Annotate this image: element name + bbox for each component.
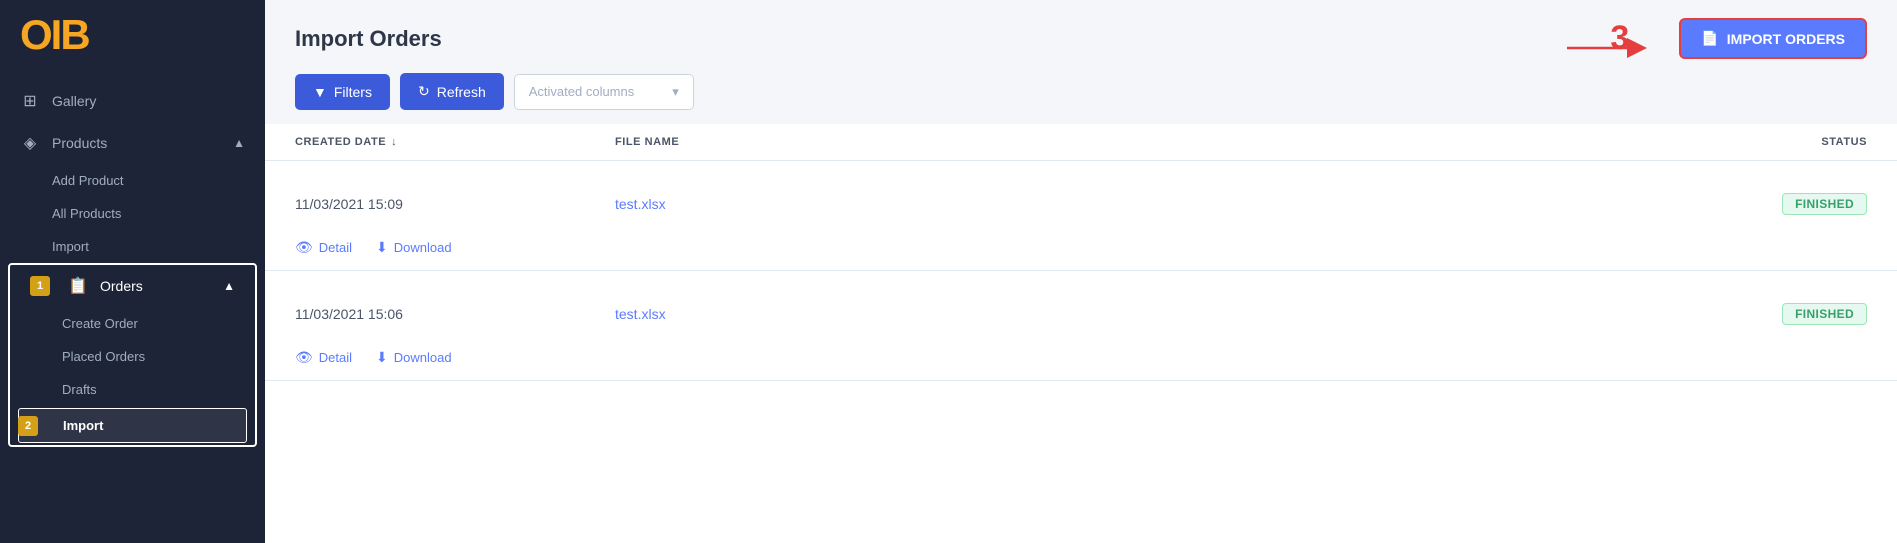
- sort-icon[interactable]: ↓: [391, 136, 397, 148]
- sub-item-label: Drafts: [62, 382, 97, 397]
- filters-label: Filters: [334, 84, 372, 100]
- sidebar-item-add-product[interactable]: Add Product: [0, 164, 265, 197]
- sub-item-label: Add Product: [52, 173, 124, 188]
- status-badge: FINISHED: [1782, 193, 1867, 215]
- annotation-marker-1: 1: [30, 276, 50, 296]
- col-status: STATUS: [1667, 136, 1867, 148]
- sub-item-label: Placed Orders: [62, 349, 145, 364]
- import-orders-button[interactable]: 📄 IMPORT ORDERS: [1679, 18, 1867, 59]
- table-header-row: CREATED DATE ↓ FILE NAME STATUS: [265, 124, 1897, 161]
- page-header: Import Orders 3 📄 IMPORT ORDERS: [265, 0, 1897, 73]
- col-status-label: STATUS: [1821, 136, 1867, 148]
- col-created-date: CREATED DATE ↓: [295, 136, 615, 148]
- import-orders-label: IMPORT ORDERS: [1727, 31, 1845, 47]
- eye-icon: 👁: [295, 239, 313, 256]
- sidebar-item-all-products[interactable]: All Products: [0, 197, 265, 230]
- row-2-detail-link[interactable]: 👁 Detail: [295, 349, 352, 366]
- filters-button[interactable]: ▼ Filters: [295, 74, 390, 110]
- detail-label: Detail: [319, 350, 352, 365]
- logo: OIB: [0, 0, 265, 70]
- detail-label: Detail: [319, 240, 352, 255]
- row-1-file-name[interactable]: test.xlsx: [615, 175, 1667, 233]
- sidebar-orders-section: 1 📋 Orders ▲ Create Order Placed Orders …: [8, 263, 257, 447]
- row-1-download-link[interactable]: ⬇ Download: [376, 239, 452, 256]
- main-content: Import Orders 3 📄 IMPORT ORDERS ▼ Fi: [265, 0, 1897, 543]
- sidebar-item-import-products[interactable]: Import: [0, 230, 265, 263]
- activated-columns-dropdown[interactable]: Activated columns ▾: [514, 74, 694, 110]
- sidebar-item-placed-orders[interactable]: Placed Orders: [10, 340, 255, 373]
- row-2-file-name[interactable]: test.xlsx: [615, 285, 1667, 343]
- sub-item-label: Create Order: [62, 316, 138, 331]
- row-2-actions: 👁 Detail ⬇ Download: [295, 343, 1867, 380]
- annotation-arrow-3: [1567, 28, 1657, 68]
- sidebar-item-label: Gallery: [52, 93, 245, 109]
- logo-text: OIB: [20, 11, 89, 59]
- download-icon: ⬇: [376, 239, 388, 256]
- sub-item-label: All Products: [52, 206, 121, 221]
- table-row: 11/03/2021 15:06 test.xlsx FINISHED 👁 De…: [265, 271, 1897, 381]
- row-2-status: FINISHED: [1667, 285, 1867, 343]
- gallery-icon: ⊞: [20, 91, 40, 111]
- refresh-button[interactable]: ↻ Refresh: [400, 73, 504, 110]
- page-title: Import Orders: [295, 26, 442, 52]
- chevron-up-icon: ▲: [233, 136, 245, 150]
- row-1-top: 11/03/2021 15:09 test.xlsx FINISHED: [295, 161, 1867, 233]
- sidebar-item-orders[interactable]: 1 📋 Orders ▲: [10, 265, 255, 307]
- refresh-label: Refresh: [437, 84, 486, 100]
- sub-item-label: Import: [52, 239, 89, 254]
- row-1-created-date: 11/03/2021 15:09: [295, 175, 615, 233]
- sidebar-item-drafts[interactable]: Drafts: [10, 373, 255, 406]
- table-row: 11/03/2021 15:09 test.xlsx FINISHED 👁 De…: [265, 161, 1897, 271]
- col-file-name-label: FILE NAME: [615, 136, 679, 148]
- download-icon: ⬇: [376, 349, 388, 366]
- row-2-download-link[interactable]: ⬇ Download: [376, 349, 452, 366]
- sub-item-label: Import: [63, 418, 103, 433]
- orders-icon: 📋: [68, 276, 88, 296]
- col-created-date-label: CREATED DATE: [295, 136, 386, 148]
- products-icon: ◈: [20, 133, 40, 153]
- filter-icon: ▼: [313, 84, 327, 100]
- status-badge: FINISHED: [1782, 303, 1867, 325]
- import-orders-table: CREATED DATE ↓ FILE NAME STATUS 11/03/20…: [265, 124, 1897, 543]
- eye-icon: 👁: [295, 349, 313, 366]
- download-label: Download: [394, 350, 452, 365]
- row-1-status: FINISHED: [1667, 175, 1867, 233]
- refresh-icon: ↻: [418, 83, 430, 100]
- download-label: Download: [394, 240, 452, 255]
- annotation-marker-2: 2: [18, 416, 38, 436]
- sidebar-item-label: Products: [52, 135, 221, 151]
- sidebar-item-gallery[interactable]: ⊞ Gallery: [0, 80, 265, 122]
- sidebar-nav: ⊞ Gallery ◈ Products ▲ Add Product All P…: [0, 70, 265, 543]
- dropdown-caret-icon: ▾: [672, 84, 679, 100]
- sidebar: OIB ⊞ Gallery ◈ Products ▲ Add Product A…: [0, 0, 265, 543]
- columns-placeholder: Activated columns: [529, 84, 635, 99]
- col-file-name: FILE NAME: [615, 136, 1667, 148]
- row-2-top: 11/03/2021 15:06 test.xlsx FINISHED: [295, 271, 1867, 343]
- import-orders-icon: 📄: [1701, 30, 1718, 47]
- row-1-actions: 👁 Detail ⬇ Download: [295, 233, 1867, 270]
- row-1-detail-link[interactable]: 👁 Detail: [295, 239, 352, 256]
- sidebar-item-import-orders[interactable]: Import: [18, 408, 247, 443]
- row-2-created-date: 11/03/2021 15:06: [295, 285, 615, 343]
- toolbar: ▼ Filters ↻ Refresh Activated columns ▾: [265, 73, 1897, 124]
- chevron-up-icon: ▲: [223, 279, 235, 293]
- sidebar-item-products[interactable]: ◈ Products ▲: [0, 122, 265, 164]
- sidebar-item-create-order[interactable]: Create Order: [10, 307, 255, 340]
- sidebar-item-label: Orders: [100, 278, 211, 294]
